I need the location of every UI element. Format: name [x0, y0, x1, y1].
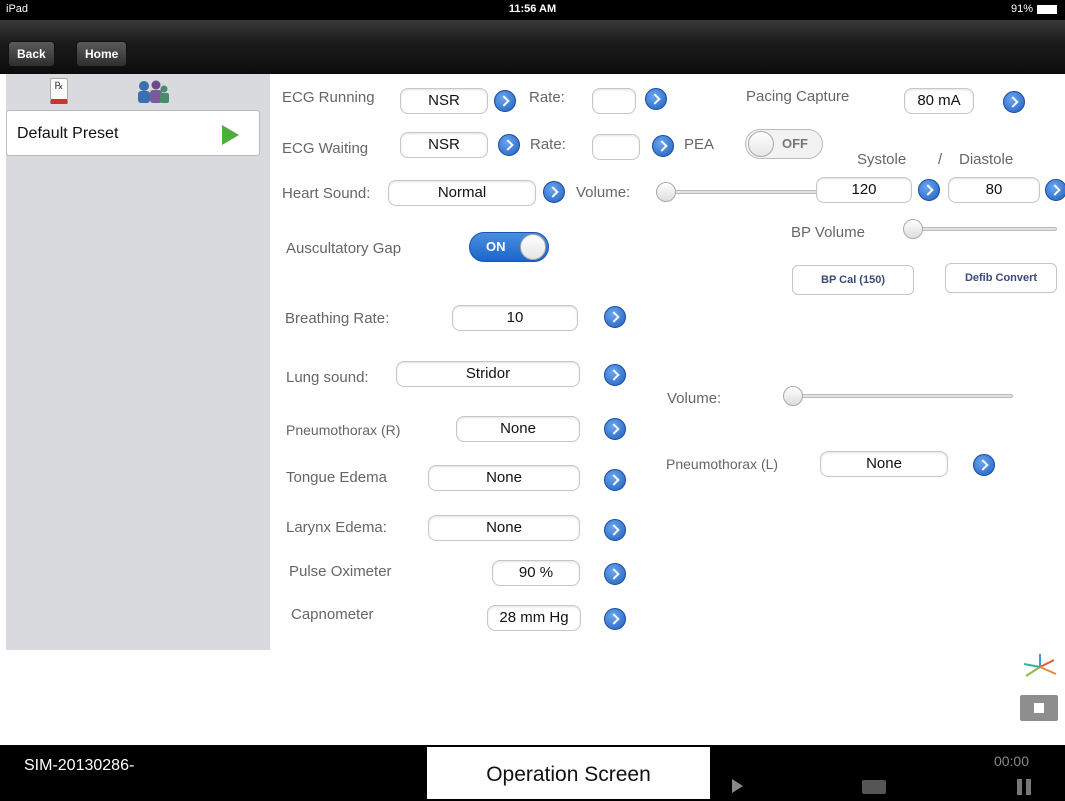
prescription-icon[interactable]: ℞ [50, 78, 68, 104]
pneumothorax-r-field[interactable]: None [456, 416, 580, 442]
larynx-edema-disclosure-icon[interactable] [604, 519, 626, 541]
slider-track [903, 227, 1057, 231]
diastole-label: Diastole [959, 151, 1014, 168]
bottom-bar: SIM-20130286- Operation Screen 00:00 [0, 745, 1065, 801]
heart-sound-disclosure-icon[interactable] [543, 181, 565, 203]
diastole-disclosure-icon[interactable] [1045, 179, 1065, 201]
heart-sound-field[interactable]: Normal [388, 180, 536, 206]
pea-label: PEA [684, 136, 715, 153]
pneumothorax-r-disclosure-icon[interactable] [604, 418, 626, 440]
pea-toggle-state: OFF [782, 136, 808, 151]
bp-cal-button[interactable]: BP Cal (150) [792, 265, 914, 295]
screen-title: Operation Screen [486, 763, 651, 786]
systole-label: Systole [857, 151, 907, 168]
lung-sound-field[interactable]: Stridor [396, 361, 580, 387]
bp-separator: / [938, 151, 943, 168]
back-button[interactable]: Back [8, 41, 55, 67]
pea-toggle-knob [748, 131, 774, 157]
home-button[interactable]: Home [76, 41, 128, 67]
capnometer-field[interactable]: 28 mm Hg [487, 605, 581, 631]
preset-label: Default Preset [17, 125, 119, 142]
heart-sound-volume-slider[interactable] [656, 181, 820, 203]
lung-sound-volume-slider[interactable] [783, 385, 1013, 407]
auscultatory-gap-toggle-state: ON [486, 239, 506, 254]
larynx-edema-label: Larynx Edema: [286, 519, 387, 536]
ecg-waiting-rate-field[interactable] [592, 134, 640, 160]
breathing-rate-field[interactable]: 10 [452, 305, 578, 331]
ecg-running-label: ECG Running [282, 89, 375, 106]
battery-indicator: 91% [1011, 3, 1057, 15]
tongue-edema-label: Tongue Edema [286, 469, 387, 486]
ecg-waiting-rhythm-field[interactable]: NSR [400, 132, 488, 158]
slider-thumb[interactable] [656, 182, 676, 202]
pulse-oximeter-field[interactable]: 90 % [492, 560, 580, 586]
systole-disclosure-icon[interactable] [918, 179, 940, 201]
battery-icon [1037, 4, 1057, 14]
ecg-running-rate-disclosure-icon[interactable] [645, 88, 667, 110]
ecg-waiting-rate-disclosure-icon[interactable] [652, 135, 674, 157]
pneumothorax-l-field[interactable]: None [820, 451, 948, 477]
ecg-running-rhythm-disclosure-icon[interactable] [494, 90, 516, 112]
battery-percent: 91% [1010, 3, 1033, 15]
pea-toggle[interactable]: OFF [745, 129, 823, 159]
pacing-capture-disclosure-icon[interactable] [1003, 91, 1025, 113]
slider-thumb[interactable] [783, 386, 803, 406]
capnometer-label: Capnometer [291, 606, 374, 623]
play-preset-icon[interactable] [222, 125, 239, 145]
preset-list-item[interactable]: Default Preset [6, 110, 260, 156]
pneumothorax-l-label: Pneumothorax (L) [666, 456, 779, 472]
auscultatory-gap-label: Auscultatory Gap [286, 240, 402, 257]
sidebar-toolbar: ℞ [6, 74, 270, 110]
ecg-waiting-rhythm-disclosure-icon[interactable] [498, 134, 520, 156]
ecg-running-rhythm-field[interactable]: NSR [400, 88, 488, 114]
ecg-running-rate-label: Rate: [529, 89, 565, 106]
play-icon[interactable] [732, 779, 743, 793]
heart-sound-volume-label: Volume: [576, 184, 631, 201]
breathing-rate-label: Breathing Rate: [285, 310, 390, 327]
pneumothorax-l-disclosure-icon[interactable] [973, 454, 995, 476]
ecg-waiting-label: ECG Waiting [282, 140, 369, 157]
ecg-waiting-rate-label: Rate: [530, 136, 566, 153]
navigation-bar: Back Home [0, 20, 1065, 74]
breathing-rate-disclosure-icon[interactable] [604, 306, 626, 328]
slider-track [656, 190, 820, 194]
simulation-id: SIM-20130286- [24, 757, 135, 774]
pulse-oximeter-label: Pulse Oximeter [289, 563, 392, 580]
systole-field[interactable]: 120 [816, 177, 912, 203]
heart-sound-label: Heart Sound: [282, 185, 371, 202]
tongue-edema-field[interactable]: None [428, 465, 580, 491]
auscultatory-gap-toggle-knob [520, 234, 546, 260]
capnometer-disclosure-icon[interactable] [604, 608, 626, 630]
status-bar: iPad 11:56 AM 91% [0, 0, 1065, 20]
preset-sidebar: ℞ Default Preset [6, 74, 270, 650]
timer: 00:00 [993, 753, 1029, 769]
diastole-field[interactable]: 80 [948, 177, 1040, 203]
bp-volume-label: BP Volume [791, 224, 865, 241]
lung-sound-disclosure-icon[interactable] [604, 364, 626, 386]
pause-icon[interactable] [1017, 779, 1031, 795]
bp-volume-slider[interactable] [903, 218, 1057, 240]
slider-thumb[interactable] [903, 219, 923, 239]
pneumothorax-r-label: Pneumothorax (R) [286, 422, 401, 438]
stop-recording-icon[interactable] [862, 780, 886, 794]
clock: 11:56 AM [508, 3, 557, 15]
auscultatory-gap-toggle[interactable]: ON [469, 232, 549, 262]
pulse-oximeter-disclosure-icon[interactable] [604, 563, 626, 585]
ecg-running-rate-field[interactable] [592, 88, 636, 114]
lung-sound-label: Lung sound: [286, 369, 369, 386]
app-logo-icon [1023, 654, 1057, 677]
stop-icon[interactable] [1020, 695, 1058, 721]
pacing-capture-field[interactable]: 80 mA [904, 88, 974, 114]
pacing-capture-label: Pacing Capture [746, 88, 850, 105]
defib-convert-button[interactable]: Defib Convert [945, 263, 1057, 293]
screen-title-box: Operation Screen [427, 747, 710, 799]
slider-track [783, 394, 1013, 398]
lung-sound-volume-label: Volume: [667, 390, 722, 407]
patients-icon[interactable] [134, 80, 170, 104]
tongue-edema-disclosure-icon[interactable] [604, 469, 626, 491]
larynx-edema-field[interactable]: None [428, 515, 580, 541]
